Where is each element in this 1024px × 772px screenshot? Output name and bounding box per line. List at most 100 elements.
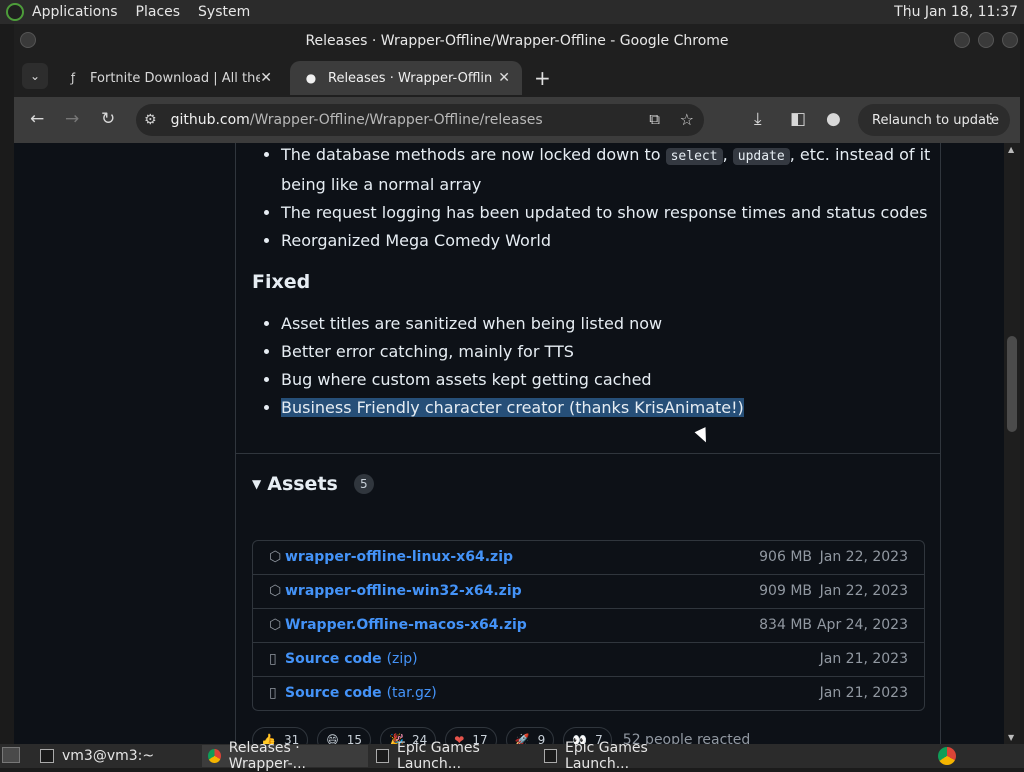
list-item: The database methods are now locked down… xyxy=(281,143,961,199)
close-tab-icon[interactable]: ✕ xyxy=(260,70,272,86)
taskbar-item-chrome[interactable]: Releases · Wrapper-... xyxy=(202,740,368,772)
scroll-up-icon[interactable]: ▲ xyxy=(1008,145,1014,154)
asset-link[interactable]: Wrapper.Offline-macos-x64.zip xyxy=(285,617,527,633)
chrome-window: Releases · Wrapper-Offline/Wrapper-Offli… xyxy=(14,24,1020,744)
list-item: Asset titles are sanitized when being li… xyxy=(281,310,961,338)
side-panel-icon[interactable]: ◧ xyxy=(790,109,806,129)
fortnite-icon: ƒ xyxy=(70,71,76,85)
page-content: The database methods are now locked down… xyxy=(14,143,1004,744)
close-window-icon[interactable] xyxy=(1002,32,1018,48)
asset-name: Source code xyxy=(285,685,382,701)
url-path: /Wrapper-Offline/Wrapper-Offline/release… xyxy=(249,112,543,128)
asset-link[interactable]: Source code (zip) xyxy=(285,651,418,667)
tab-title: Releases · Wrapper-Offline/W xyxy=(328,70,492,86)
relaunch-button[interactable]: Relaunch to update ⋮ xyxy=(858,104,1010,136)
selected-text: Business Friendly character creator (tha… xyxy=(281,398,744,417)
show-desktop-icon[interactable] xyxy=(2,747,20,763)
gnome-foot-icon[interactable] xyxy=(6,3,24,21)
asset-size: 909 MB xyxy=(759,583,812,599)
taskbar-label: vm3@vm3:~ xyxy=(62,748,155,764)
bookmark-star-icon[interactable]: ☆ xyxy=(680,110,694,129)
taskbar-item-epic-1[interactable]: Epic Games Launch... xyxy=(370,740,536,772)
package-icon: ⬡ xyxy=(269,617,282,633)
tab-releases[interactable]: ● Releases · Wrapper-Offline/W ✕ xyxy=(290,61,522,95)
chrome-icon xyxy=(208,749,221,763)
menu-places[interactable]: Places xyxy=(136,4,181,20)
maximize-icon[interactable] xyxy=(978,32,994,48)
asset-name: Source code xyxy=(285,651,382,667)
tab-title: Fortnite Download | All the W xyxy=(90,70,260,86)
top-panel: Applications Places System Thu Jan 18, 1… xyxy=(0,0,1024,24)
toolbar: ← → ↻ ⚙ github.com/Wrapper-Offline/Wrapp… xyxy=(14,97,1020,143)
file-zip-icon: ▯ xyxy=(269,651,277,667)
relaunch-label: Relaunch to update xyxy=(872,112,1000,128)
download-icon[interactable]: ⤓ xyxy=(754,109,762,129)
assets-count-badge: 5 xyxy=(353,474,374,494)
taskbar-item-epic-2[interactable]: Epic Games Launch... xyxy=(538,740,704,772)
asset-row: ▯ Source code (zip) Jan 21, 2023 xyxy=(253,642,924,676)
assets-divider xyxy=(236,453,940,454)
panel-clock[interactable]: Thu Jan 18, 11:37 xyxy=(894,4,1018,20)
asset-date: Jan 21, 2023 xyxy=(819,651,908,667)
menu-system[interactable]: System xyxy=(198,4,250,20)
install-app-icon[interactable]: ⧉ xyxy=(649,110,660,128)
code-select: select xyxy=(665,148,723,165)
asset-row: ▯ Source code (tar.gz) Jan 21, 2023 xyxy=(253,676,924,710)
page-scrollbar[interactable]: ▲ ▼ xyxy=(1004,143,1020,744)
taskbar-item-terminal[interactable]: vm3@vm3:~ xyxy=(34,745,200,767)
back-icon[interactable]: ← xyxy=(30,109,44,129)
window-icon xyxy=(544,749,558,763)
asset-link[interactable]: wrapper-offline-linux-x64.zip xyxy=(285,549,513,565)
minimize-icon[interactable] xyxy=(954,32,970,48)
asset-suffix: (zip) xyxy=(386,651,418,667)
site-info-icon[interactable]: ⚙ xyxy=(144,112,157,128)
profile-icon[interactable]: ● xyxy=(826,109,841,129)
fixed-list: Asset titles are sanitized when being li… xyxy=(251,310,961,422)
asset-date: Jan 22, 2023 xyxy=(819,583,908,599)
window-title: Releases · Wrapper-Offline/Wrapper-Offli… xyxy=(305,32,729,49)
asset-row: ⬡ Wrapper.Offline-macos-x64.zip 834 MB A… xyxy=(253,608,924,642)
list-item: Better error catching, mainly for TTS xyxy=(281,338,961,366)
taskbar-label: Epic Games Launch... xyxy=(397,740,480,772)
asset-suffix: (tar.gz) xyxy=(386,685,437,701)
assets-heading: Assets xyxy=(267,473,338,495)
tray-chrome-icon[interactable] xyxy=(938,747,956,765)
more-menu-icon[interactable]: ⋮ xyxy=(984,111,998,127)
forward-icon[interactable]: → xyxy=(65,109,79,129)
window-menu-icon[interactable] xyxy=(20,32,36,48)
list-item: The request logging has been updated to … xyxy=(281,199,961,227)
address-bar[interactable]: ⚙ github.com/Wrapper-Offline/Wrapper-Off… xyxy=(136,104,704,136)
code-update: update xyxy=(732,148,790,165)
close-tab-icon[interactable]: ✕ xyxy=(498,70,510,86)
menu-applications[interactable]: Applications xyxy=(32,4,118,20)
reload-icon[interactable]: ↻ xyxy=(101,109,115,129)
list-item: Reorganized Mega Comedy World xyxy=(281,227,961,255)
fixed-heading: Fixed xyxy=(252,271,311,293)
asset-date: Jan 21, 2023 xyxy=(819,685,908,701)
asset-link[interactable]: wrapper-offline-win32-x64.zip xyxy=(285,583,522,599)
asset-date: Apr 24, 2023 xyxy=(816,617,908,633)
scroll-down-icon[interactable]: ▼ xyxy=(1008,733,1014,742)
tab-fortnite[interactable]: ƒ Fortnite Download | All the W ✕ xyxy=(52,61,284,95)
asset-link[interactable]: Source code (tar.gz) xyxy=(285,685,437,701)
window-titlebar[interactable]: Releases · Wrapper-Offline/Wrapper-Offli… xyxy=(14,24,1020,57)
asset-size: 906 MB xyxy=(759,549,812,565)
package-icon: ⬡ xyxy=(269,549,282,565)
taskbar-label: Releases · Wrapper-... xyxy=(228,740,306,772)
url-host: github.com xyxy=(170,112,250,128)
assets-list: ⬡ wrapper-offline-linux-x64.zip 906 MB J… xyxy=(252,540,925,711)
taskbar: vm3@vm3:~ Releases · Wrapper-... Epic Ga… xyxy=(0,740,1024,772)
note-text: , xyxy=(722,145,733,164)
assets-toggle[interactable]: ▼ Assets 5 xyxy=(252,473,374,495)
new-tab-icon[interactable]: + xyxy=(534,66,551,90)
triangle-down-icon: ▼ xyxy=(252,477,262,491)
tab-strip: ⌄ ƒ Fortnite Download | All the W ✕ ● Re… xyxy=(14,57,1020,97)
chevron-down-icon: ⌄ xyxy=(29,69,41,83)
tab-search-button[interactable]: ⌄ xyxy=(22,63,48,89)
window-icon xyxy=(376,749,390,763)
asset-row: ⬡ wrapper-offline-win32-x64.zip 909 MB J… xyxy=(253,574,924,608)
scrollbar-thumb[interactable] xyxy=(1007,336,1017,432)
file-zip-icon: ▯ xyxy=(269,685,277,701)
github-icon: ● xyxy=(305,71,317,85)
asset-size: 834 MB xyxy=(759,617,812,633)
